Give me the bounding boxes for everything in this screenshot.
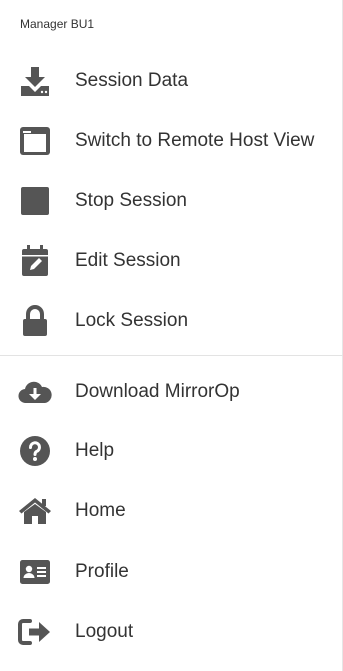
menu-item-label: Profile [75,561,129,582]
menu-item-label: Lock Session [75,310,189,331]
menu-header-title: Manager BU1 [20,17,95,31]
menu-item-session-data[interactable]: Session Data [0,51,343,111]
help-icon [17,433,53,469]
menu-divider [0,355,343,356]
lock-icon [17,303,53,339]
menu-item-label: Home [75,500,126,521]
menu-item-label: Session Data [75,70,189,91]
stop-icon [17,183,53,219]
home-icon [17,493,53,529]
menu-item-edit-session[interactable]: Edit Session [0,231,343,291]
menu-item-label: Download MirrorOp [75,381,240,402]
side-menu: Manager BU1 Session Data Switch to Remot… [0,0,343,671]
menu-item-home[interactable]: Home [0,481,343,541]
menu-item-download-mirrorop[interactable]: Download MirrorOp [0,362,343,422]
menu-item-label: Help [75,440,115,461]
menu-item-label: Edit Session [75,250,181,271]
calendar-edit-icon [17,243,53,279]
window-icon [17,123,53,159]
menu-item-label: Stop Session [75,190,187,211]
cloud-download-icon [17,374,53,410]
menu-item-help[interactable]: Help [0,421,343,481]
menu-item-logout[interactable]: Logout [0,602,343,662]
menu-item-label: Switch to Remote Host View [75,130,315,151]
menu-item-label: Logout [75,621,134,642]
download-icon [17,63,53,99]
profile-card-icon [17,554,53,590]
menu-item-profile[interactable]: Profile [0,542,343,602]
logout-icon [17,614,53,650]
menu-item-stop-session[interactable]: Stop Session [0,171,343,231]
menu-item-lock-session[interactable]: Lock Session [0,291,343,351]
menu-item-switch-remote-host-view[interactable]: Switch to Remote Host View [0,111,343,171]
